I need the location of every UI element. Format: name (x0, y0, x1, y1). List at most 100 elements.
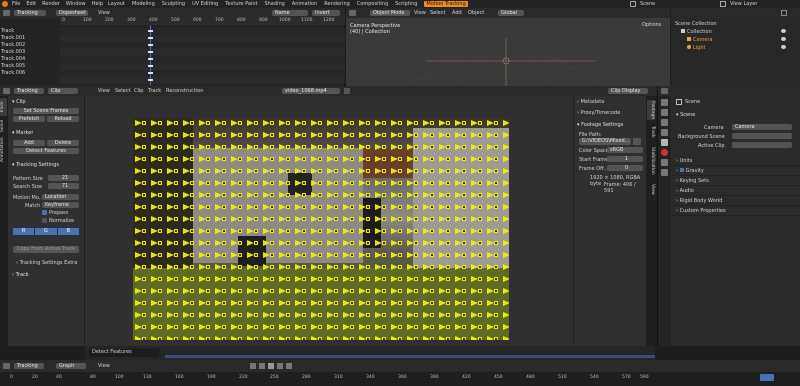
texture-tab-icon[interactable] (661, 169, 668, 176)
copy-settings-button[interactable]: Copy From Active Track (13, 246, 79, 253)
normalize-checkbox[interactable] (42, 218, 47, 223)
tab-stabilization[interactable]: Stabilization (647, 144, 655, 178)
footage-frame[interactable] (133, 118, 509, 340)
gravity-checkbox[interactable] (679, 168, 684, 172)
track-panel-header[interactable]: › Track (12, 272, 29, 278)
channel-g-toggle[interactable]: G (35, 228, 57, 235)
file-path-field[interactable]: G:\VIDEOS\Mixed... (579, 138, 631, 145)
editor-type-icon[interactable] (3, 363, 10, 369)
timeline-tracking-dropdown[interactable]: Tracking (14, 363, 44, 369)
timeline-view-menu[interactable]: View (98, 363, 110, 369)
rigid-body-world-section[interactable]: › Rigid Body World (672, 196, 800, 206)
eye-icon[interactable] (781, 37, 786, 41)
track-row[interactable]: Track.001 (0, 35, 60, 42)
menu-render[interactable]: Render (42, 1, 60, 7)
add-marker-button[interactable]: Add (13, 140, 45, 146)
prefetch-button[interactable]: Prefetch (13, 116, 45, 122)
outliner-item-camera[interactable]: Camera (687, 37, 713, 43)
scene-name[interactable]: Scene (640, 1, 655, 7)
background-scene-field[interactable] (732, 133, 792, 139)
track-row[interactable]: Track.003 (0, 49, 60, 56)
menu-file[interactable]: File (12, 1, 20, 7)
clip-name-field[interactable]: video_1068.mp4 (282, 88, 340, 94)
marker-panel-header[interactable]: ▾ Marker (12, 130, 33, 136)
units-section[interactable]: › Units (672, 156, 800, 166)
blender-logo-icon[interactable] (2, 1, 8, 7)
dopesheet-mode-dropdown[interactable]: Dopesheet (56, 10, 88, 16)
set-scene-frames-button[interactable]: Set Scene Frames (13, 108, 79, 114)
mode-dropdown[interactable]: Object Mode (370, 10, 410, 16)
outliner-item-light[interactable]: Light (687, 45, 705, 51)
tab-modeling[interactable]: Modeling (132, 1, 155, 7)
detect-features-button[interactable]: Detect Features (13, 148, 79, 154)
world-tab-icon[interactable] (661, 149, 668, 156)
collection-tab-icon[interactable] (661, 159, 668, 166)
tool-tab-icon[interactable] (661, 99, 668, 106)
audio-section[interactable]: › Audio (672, 186, 800, 196)
clip-menu-track[interactable]: Track (148, 88, 161, 94)
footage-settings-header[interactable]: ▾ Footage Settings (577, 122, 623, 128)
channel-r-toggle[interactable]: R (13, 228, 35, 235)
tab-uv-editing[interactable]: UV Editing (192, 1, 218, 7)
clip-menu-clip[interactable]: Clip (134, 88, 143, 94)
jump-start-icon[interactable] (250, 363, 256, 369)
tab-animation[interactable]: Animation (292, 1, 318, 7)
start-frame-field[interactable]: 1 (607, 156, 643, 162)
tracking-extra-header[interactable]: › Tracking Settings Extra (16, 260, 77, 266)
tab-footage[interactable]: Footage (647, 100, 655, 120)
tab-sculpting[interactable]: Sculpting (162, 1, 185, 7)
track-row[interactable]: Track.004 (0, 56, 60, 63)
timeline-ruler[interactable]: 0 20 40 80 100 130 160 190 220 250 280 3… (0, 372, 800, 386)
clip-menu-view[interactable]: View (98, 88, 110, 94)
render-tab-icon[interactable] (661, 109, 668, 116)
clip-viewport[interactable] (85, 96, 573, 358)
tracking-mode-dropdown[interactable]: Tracking (14, 88, 44, 94)
dopesheet-channels[interactable] (60, 28, 345, 84)
close-clip-icon[interactable] (344, 88, 350, 94)
track-row[interactable]: Track.002 (0, 42, 60, 49)
tab-shading[interactable]: Shading (264, 1, 284, 7)
tab-solve[interactable]: Solve (0, 118, 7, 134)
color-space-dropdown[interactable]: sRGB (607, 147, 643, 153)
clip-menu-reconstruction[interactable]: Reconstruction (166, 88, 203, 94)
pattern-size-field[interactable]: 21 (48, 175, 79, 181)
tab-scripting[interactable]: Scripting (395, 1, 417, 7)
clip-display-dropdown[interactable]: Clip Display (608, 88, 648, 94)
camera-field[interactable]: Camera (732, 124, 792, 130)
next-keyframe-icon[interactable] (277, 363, 283, 369)
motion-model-dropdown[interactable]: Location (42, 194, 79, 200)
track-row[interactable]: Track.006 (0, 70, 60, 77)
tab-view[interactable]: View (647, 182, 655, 196)
view-layer-tab-icon[interactable] (661, 129, 668, 136)
clip-menu-select[interactable]: Select (115, 88, 130, 94)
active-clip-field[interactable] (732, 142, 792, 148)
track-row[interactable]: Track.005 (0, 63, 60, 70)
custom-properties-section[interactable]: › Custom Properties (672, 206, 800, 216)
proxy-header[interactable]: › Proxy/Timecode (577, 110, 620, 116)
search-size-field[interactable]: 71 (48, 183, 79, 189)
view-layer-name[interactable]: View Layer (730, 1, 757, 7)
editor-type-icon[interactable] (661, 88, 668, 94)
editor-type-icon[interactable] (3, 88, 10, 94)
3d-viewport[interactable]: Object Mode View Select Add Object Globa… (346, 8, 670, 86)
track-row[interactable]: Track (0, 28, 60, 35)
tab-compositing[interactable]: Compositing (357, 1, 388, 7)
viewport-menu-object[interactable]: Object (468, 10, 484, 16)
tracking-dropdown[interactable]: Tracking (14, 10, 46, 16)
menu-window[interactable]: Window (66, 1, 86, 7)
invert-toggle[interactable]: Invert (312, 10, 340, 16)
viewport-menu-add[interactable]: Add (452, 10, 462, 16)
gravity-section[interactable]: › Gravity (672, 166, 800, 176)
prepass-checkbox[interactable] (42, 210, 47, 215)
output-tab-icon[interactable] (661, 119, 668, 126)
folder-icon[interactable] (633, 138, 641, 145)
keying-sets-section[interactable]: › Keying Sets (672, 176, 800, 186)
tab-track-sidebar[interactable]: Track (647, 124, 655, 140)
clip-mode-dropdown[interactable]: Clip (48, 88, 78, 94)
tab-layout[interactable]: Layout (108, 1, 125, 7)
viewport-menu-view[interactable]: View (414, 10, 426, 16)
eye-icon[interactable] (781, 45, 786, 49)
tab-annotation[interactable]: Annotation (0, 136, 7, 164)
jump-end-icon[interactable] (286, 363, 292, 369)
detect-features-status[interactable]: Detect Features (89, 349, 159, 357)
